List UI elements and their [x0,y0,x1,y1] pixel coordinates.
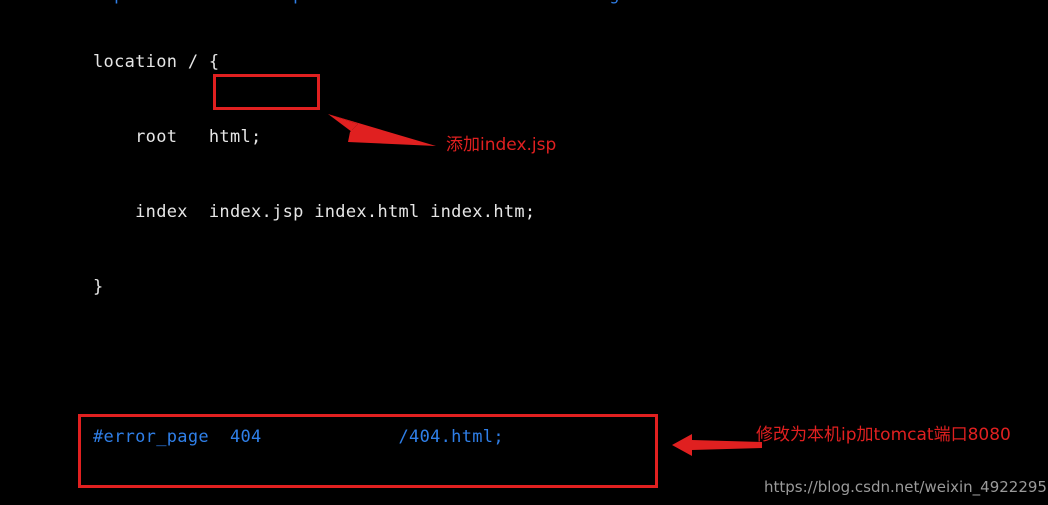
code-line-location-root-open: location / { [93,52,220,72]
code-line-root-html: root html; [93,127,262,147]
nginx-config-code[interactable]: location / { root html; index index.jsp … [93,0,715,505]
code-line-error-page-404: #error_page 404 /404.html; [93,427,504,447]
code-line-blank-2 [93,500,715,505]
csdn-watermark: https://blog.csdn.net/weixin_49222959 [764,478,1048,496]
code-line-blank-1 [93,350,715,375]
terminal-screenshot: # pass the PHP scripts to FastCGI server… [0,0,1048,505]
code-line-index-directive: index index.jsp index.html index.htm; [93,202,536,222]
annotation-change-to-tomcat-port: 修改为本机ip加tomcat端口8080 [756,425,1011,445]
code-line-close-brace-1: } [93,277,104,297]
annotation-add-index-jsp: 添加index.jsp [446,135,557,155]
